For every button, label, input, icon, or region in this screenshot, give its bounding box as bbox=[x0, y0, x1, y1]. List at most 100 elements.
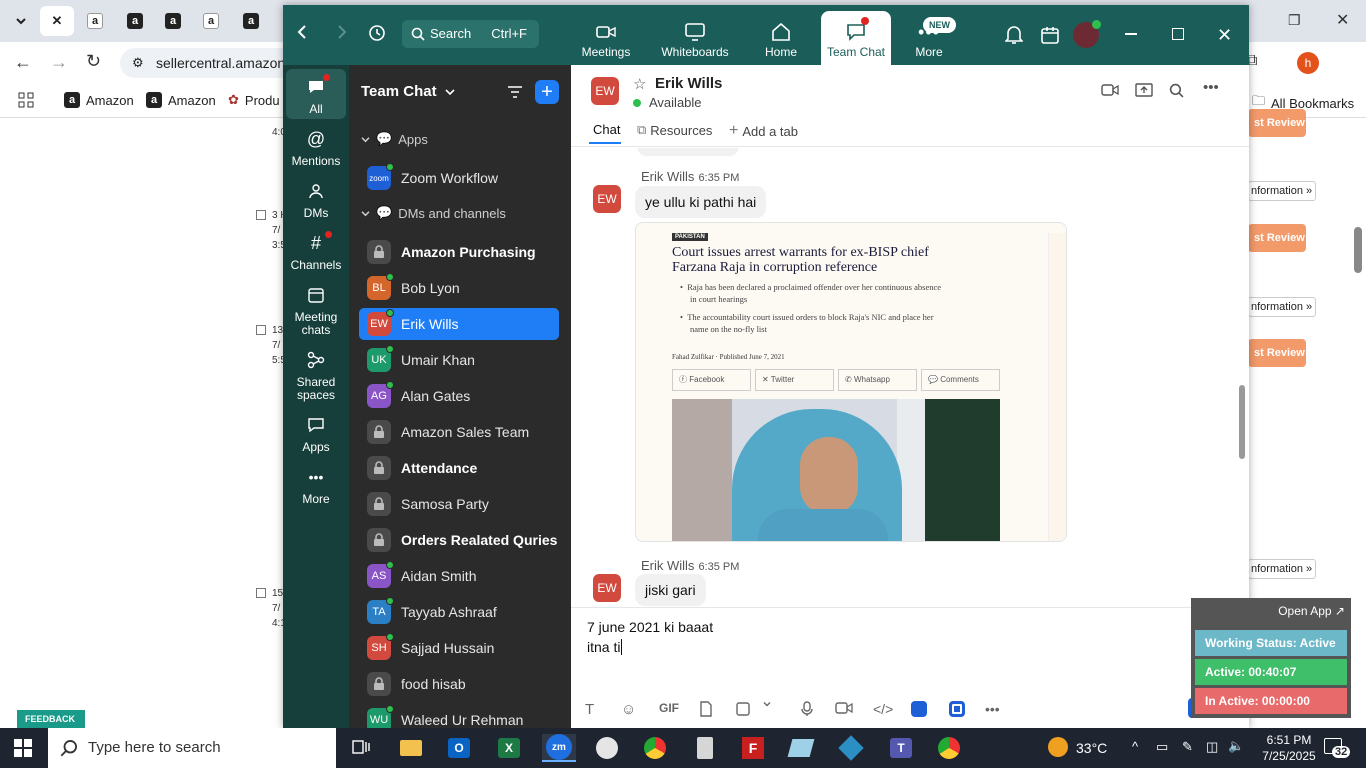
information-button[interactable]: nformation » bbox=[1248, 297, 1316, 317]
close-icon[interactable]: ✕ bbox=[52, 13, 63, 29]
tab-chat[interactable]: Chat bbox=[593, 122, 620, 137]
page-scrollbar[interactable] bbox=[1354, 227, 1362, 273]
notifications-icon[interactable]: 32 bbox=[1324, 738, 1351, 758]
channel-item[interactable]: Orders Realated Quries bbox=[359, 524, 559, 556]
gif-button[interactable]: GIF bbox=[659, 701, 679, 715]
apps-grid-icon[interactable] bbox=[18, 92, 34, 108]
star-icon[interactable]: ☆ bbox=[633, 75, 646, 93]
chat-scrollbar[interactable] bbox=[1239, 385, 1245, 459]
new-chat-button[interactable]: + bbox=[535, 80, 559, 104]
zoom-search-box[interactable]: Search Ctrl+F bbox=[402, 20, 539, 48]
chrome-icon[interactable] bbox=[934, 734, 964, 762]
tab-search-button[interactable] bbox=[4, 6, 38, 36]
channel-item[interactable]: WU Waleed Ur Rehman bbox=[359, 704, 559, 728]
site-info-icon[interactable]: ⚙ bbox=[132, 48, 144, 78]
browser-tab[interactable]: a bbox=[78, 6, 112, 36]
message-composer[interactable]: 7 june 2021 ki baaat itna ti T ☺ GIF </>… bbox=[571, 607, 1249, 728]
composer-line[interactable]: itna ti bbox=[587, 639, 623, 655]
task-view-icon[interactable] bbox=[346, 734, 376, 762]
rail-more[interactable]: ••• More bbox=[286, 465, 346, 506]
taskbar-search-box[interactable]: Type here to search bbox=[48, 728, 336, 768]
channel-item[interactable]: AG Alan Gates bbox=[359, 380, 559, 412]
back-arrow-icon[interactable]: ← bbox=[14, 52, 32, 73]
history-icon[interactable] bbox=[367, 23, 387, 43]
team-chat-header[interactable]: Team Chat bbox=[361, 83, 455, 100]
app-icon[interactable] bbox=[836, 734, 866, 762]
nav-meetings[interactable]: Meetings bbox=[575, 11, 637, 65]
app-blue-icon[interactable] bbox=[911, 701, 927, 717]
rail-meeting-chats[interactable]: Meeting chats bbox=[286, 283, 346, 337]
notes-app-icon[interactable] bbox=[786, 734, 816, 762]
composer-line[interactable]: 7 june 2021 ki baaat bbox=[587, 619, 713, 635]
network-icon[interactable]: ▭ bbox=[1156, 739, 1168, 755]
chevron-down-icon[interactable] bbox=[763, 701, 771, 707]
feedback-tab[interactable]: FEEDBACK ✕ bbox=[17, 710, 85, 742]
contact-name[interactable]: Erik Wills bbox=[655, 75, 722, 92]
excel-icon[interactable]: X bbox=[494, 734, 524, 762]
channel-item[interactable]: UK Umair Khan bbox=[359, 344, 559, 376]
browser-tab[interactable]: a bbox=[194, 6, 228, 36]
user-avatar[interactable] bbox=[1073, 20, 1101, 48]
close-icon[interactable]: ✕ bbox=[1336, 10, 1349, 30]
rail-mentions[interactable]: @ Mentions bbox=[286, 127, 346, 168]
bookmark-item[interactable]: a Amazon bbox=[64, 92, 134, 108]
tab-add[interactable]: + Add a tab bbox=[729, 122, 798, 140]
browser-tab-active[interactable]: ✕ bbox=[40, 6, 74, 36]
bell-icon[interactable] bbox=[1005, 25, 1023, 45]
nav-whiteboards[interactable]: Whiteboards bbox=[653, 11, 737, 65]
nav-team-chat[interactable]: Team Chat bbox=[821, 11, 891, 65]
chrome-icon[interactable] bbox=[640, 734, 670, 762]
row-checkbox[interactable] bbox=[256, 325, 266, 335]
channel-item[interactable]: Samosa Party bbox=[359, 488, 559, 520]
weather-temp[interactable]: 33°C bbox=[1076, 740, 1107, 756]
minimize-icon[interactable] bbox=[1125, 33, 1137, 35]
rail-all[interactable]: All bbox=[286, 69, 346, 119]
rail-channels[interactable]: # Channels bbox=[286, 231, 346, 272]
app-zoom-workflow[interactable]: zoom Zoom Workflow bbox=[359, 162, 559, 194]
rail-shared-spaces[interactable]: Shared spaces bbox=[286, 348, 346, 402]
rail-dms[interactable]: DMs bbox=[286, 179, 346, 220]
file-icon[interactable] bbox=[699, 701, 713, 717]
clock[interactable]: 6:51 PM 7/25/2025 bbox=[1256, 732, 1322, 764]
filter-icon[interactable] bbox=[507, 85, 523, 102]
contact-avatar[interactable]: EW bbox=[591, 77, 619, 105]
windows-start-icon[interactable] bbox=[14, 739, 32, 760]
dms-section-header[interactable]: 💬 DMs and channels bbox=[361, 205, 506, 221]
row-checkbox[interactable] bbox=[256, 588, 266, 598]
microphone-icon[interactable] bbox=[801, 701, 813, 717]
channel-item[interactable]: food hisab bbox=[359, 668, 559, 700]
reload-icon[interactable]: ↻ bbox=[86, 51, 101, 72]
browser-tab[interactable]: a bbox=[156, 6, 190, 36]
volume-icon[interactable]: 🔈 bbox=[1228, 738, 1244, 754]
restore-icon[interactable]: ❐ bbox=[1288, 12, 1301, 29]
share-screen-icon[interactable] bbox=[1135, 83, 1153, 100]
forward-chevron-icon[interactable] bbox=[337, 25, 347, 39]
bookmark-item[interactable]: a Amazon bbox=[146, 92, 216, 108]
pen-icon[interactable]: ✎ bbox=[1182, 739, 1193, 755]
calendar-icon[interactable] bbox=[1041, 26, 1059, 44]
request-review-button[interactable]: st Review bbox=[1248, 224, 1306, 252]
app-blue-square-icon[interactable] bbox=[949, 701, 965, 717]
filezilla-icon[interactable]: F bbox=[738, 734, 768, 762]
more-options-icon[interactable]: ••• bbox=[1203, 79, 1219, 96]
calculator-icon[interactable] bbox=[690, 734, 720, 762]
weather-icon[interactable] bbox=[1048, 737, 1068, 757]
shared-image-attachment[interactable]: PAKISTAN Court issues arrest warrants fo… bbox=[635, 222, 1067, 542]
channel-item[interactable]: AS Aidan Smith bbox=[359, 560, 559, 592]
close-icon[interactable]: ✕ bbox=[1217, 25, 1232, 46]
open-app-link[interactable]: Open App ↗ bbox=[1278, 604, 1345, 618]
wifi-icon[interactable]: ◫ bbox=[1206, 739, 1218, 755]
emoji-icon[interactable]: ☺ bbox=[621, 701, 636, 718]
zoom-taskbar-icon[interactable]: zm bbox=[542, 734, 576, 762]
rail-apps[interactable]: Apps bbox=[286, 413, 346, 454]
screenshot-icon[interactable] bbox=[735, 701, 751, 717]
teams-icon[interactable]: T bbox=[886, 734, 916, 762]
maximize-icon[interactable] bbox=[1172, 28, 1184, 40]
chevron-up-icon[interactable]: ^ bbox=[1132, 739, 1138, 754]
information-button[interactable]: nformation » bbox=[1248, 181, 1316, 201]
information-button[interactable]: nformation » bbox=[1248, 559, 1316, 579]
channel-item[interactable]: Attendance bbox=[359, 452, 559, 484]
forward-arrow-icon[interactable]: → bbox=[50, 52, 68, 73]
channel-item[interactable]: Amazon Sales Team bbox=[359, 416, 559, 448]
request-review-button[interactable]: st Review bbox=[1248, 339, 1306, 367]
